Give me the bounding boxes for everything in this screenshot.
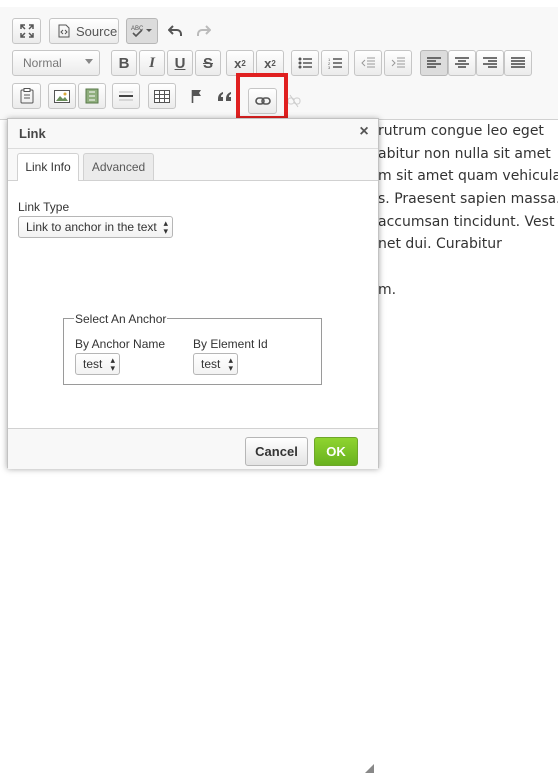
by-element-id-label: By Element Id	[193, 337, 268, 351]
paste-text-icon[interactable]	[12, 83, 41, 109]
content-line: s. Praesent sapien massa.	[378, 191, 558, 208]
resize-handle-icon[interactable]	[365, 764, 374, 773]
format-select[interactable]: Normal	[12, 50, 100, 76]
link-dialog: Link × Link Info Advanced Link Type Link…	[7, 118, 379, 773]
dialog-body: Link Type Link to anchor in the text ▴ ▾ …	[8, 181, 378, 426]
justify-icon[interactable]	[504, 50, 532, 76]
content-line: rutrum congue leo eget	[378, 123, 544, 139]
link-type-label: Link Type	[18, 200, 70, 214]
horizontal-rule-icon[interactable]	[112, 83, 140, 109]
element-id-value: test	[201, 357, 221, 371]
spellcheck-icon[interactable]: ABC	[126, 18, 158, 44]
align-left-icon[interactable]	[420, 50, 448, 76]
select-arrows-icon: ▴ ▾	[110, 355, 115, 373]
strike-icon[interactable]: S	[195, 50, 221, 76]
svg-text:ABC: ABC	[131, 26, 144, 32]
link-type-value: Link to anchor in the text	[26, 220, 157, 234]
source-button[interactable]: Source	[49, 18, 119, 44]
ok-button[interactable]: OK	[314, 437, 358, 466]
redo-icon[interactable]	[189, 18, 218, 44]
content-line: accumsan tincidunt. Vest	[378, 213, 555, 230]
dialog-footer: Cancel OK	[8, 428, 378, 773]
anchor-name-value: test	[83, 357, 103, 371]
editor-content[interactable]: rutrum congue leo eget abitur non nulla …	[378, 120, 558, 480]
source-label: Source	[76, 23, 118, 39]
editor: Source ABC Normal B I U S x2 x2 123 rutr…	[0, 0, 558, 773]
link-type-select[interactable]: Link to anchor in the text ▴ ▾	[18, 216, 173, 238]
outdent-icon[interactable]	[354, 50, 382, 76]
underline-icon[interactable]: U	[167, 50, 193, 76]
tab-link-info[interactable]: Link Info	[17, 153, 79, 181]
dialog-title: Link	[19, 126, 46, 141]
align-center-icon[interactable]	[448, 50, 476, 76]
tab-advanced[interactable]: Advanced	[83, 153, 154, 180]
select-arrows-icon: ▴ ▾	[163, 218, 168, 236]
anchor-legend: Select An Anchor	[74, 312, 168, 326]
image-icon[interactable]	[48, 83, 76, 109]
dialog-title-bar[interactable]: Link ×	[8, 119, 378, 149]
dialog-tabs: Link Info Advanced	[8, 149, 378, 181]
element-id-select[interactable]: test ▴ ▾	[193, 353, 238, 375]
blockquote-icon[interactable]	[212, 83, 238, 109]
select-arrows-icon: ▴ ▾	[228, 355, 233, 373]
table-icon[interactable]	[148, 83, 176, 109]
maximize-icon[interactable]	[12, 18, 41, 44]
svg-text:3: 3	[328, 65, 331, 69]
content-line: net dui. Curabitur	[378, 236, 502, 253]
content-line	[378, 256, 558, 279]
source-icon	[58, 24, 70, 38]
bold-icon[interactable]: B	[111, 50, 137, 76]
link-button-highlight	[236, 73, 288, 120]
content-line: m sit amet quam vehicula	[378, 168, 558, 185]
chevron-down-icon	[85, 59, 93, 64]
indent-icon[interactable]	[384, 50, 412, 76]
cancel-button[interactable]: Cancel	[245, 437, 308, 466]
content-line: m.	[378, 281, 397, 298]
anchor-name-select[interactable]: test ▴ ▾	[75, 353, 120, 375]
by-anchor-name-label: By Anchor Name	[75, 337, 166, 351]
align-right-icon[interactable]	[476, 50, 504, 76]
close-icon[interactable]: ×	[356, 124, 372, 140]
italic-icon[interactable]: I	[139, 50, 165, 76]
format-label: Normal	[23, 56, 62, 70]
anchor-icon[interactable]	[184, 83, 210, 109]
content-line: abitur non nulla sit amet	[378, 145, 551, 162]
flash-icon[interactable]	[78, 83, 106, 109]
numbered-list-icon[interactable]: 123	[321, 50, 349, 76]
undo-icon[interactable]	[160, 18, 189, 44]
bulleted-list-icon[interactable]	[291, 50, 319, 76]
